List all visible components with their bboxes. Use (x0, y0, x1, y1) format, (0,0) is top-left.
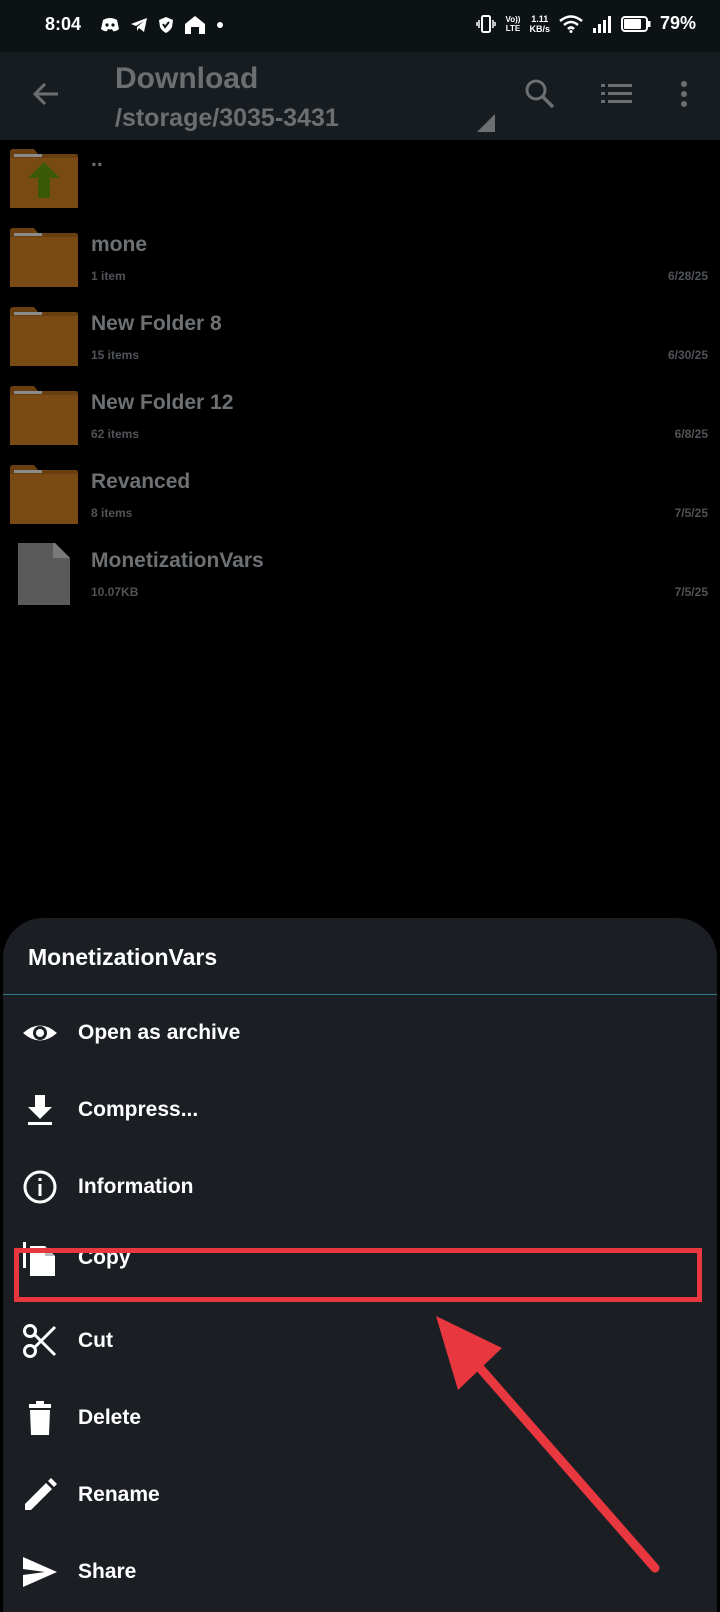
pencil-icon (25, 1478, 57, 1510)
download-icon (28, 1095, 52, 1125)
lte-label: LTE (505, 23, 521, 33)
list-item-folder[interactable]: New Folder 12 62 items 6/8/25 (0, 377, 720, 456)
search-icon[interactable] (522, 76, 558, 112)
list-item-folder[interactable]: mone 1 item 6/28/25 (0, 219, 720, 298)
shield-icon (159, 17, 173, 33)
folder-icon (10, 228, 78, 287)
file-name: New Folder 12 (91, 391, 234, 414)
trash-icon (29, 1401, 51, 1435)
file-meta: 15 items (91, 348, 140, 362)
status-time: 8:04 (45, 14, 82, 34)
menu-item-label: Open as archive (78, 1021, 241, 1044)
highlight-box (14, 1248, 702, 1302)
menu-item-information[interactable]: Information (3, 1149, 717, 1226)
menu-item-label: Rename (78, 1483, 160, 1506)
menu-item-cut[interactable]: Cut (3, 1303, 717, 1380)
status-bar: 8:04 Vo)) LTE 1.11 KB/s 79% (0, 0, 720, 52)
battery-icon (620, 15, 651, 32)
file-meta: 8 items (91, 506, 133, 520)
file-name: mone (91, 233, 148, 256)
menu-item-label: Share (78, 1560, 137, 1583)
menu-item-rename[interactable]: Rename (3, 1457, 717, 1534)
folder-path[interactable]: /storage/3035-3431 (115, 104, 339, 133)
send-icon (23, 1557, 57, 1587)
signal-icon (592, 15, 611, 33)
menu-item-compress[interactable]: Compress... (3, 1072, 717, 1149)
scissors-icon (23, 1324, 57, 1358)
menu-item-label: Cut (78, 1329, 113, 1352)
file-name: Revanced (91, 470, 191, 493)
file-date: 7/5/25 (674, 506, 708, 520)
folder-icon (10, 307, 78, 366)
file-date: 7/5/25 (674, 585, 708, 599)
wifi-icon (559, 14, 583, 33)
menu-item-open-as-archive[interactable]: Open as archive (3, 995, 717, 1072)
menu-item-delete[interactable]: Delete (3, 1380, 717, 1457)
network-speed: 1.11 KB/s (529, 14, 550, 34)
battery-percent: 79% (659, 13, 696, 33)
file-date: 6/30/25 (667, 348, 708, 362)
volte-indicator: Vo)) LTE (505, 15, 520, 33)
menu-item-label: Compress... (78, 1098, 199, 1121)
list-view-icon[interactable] (598, 76, 634, 112)
sheet-title: MonetizationVars (28, 944, 218, 970)
file-meta: 62 items (91, 427, 140, 441)
folder-icon (10, 386, 78, 445)
volte-label: Vo)) (505, 14, 521, 24)
file-meta: 10.07KB (91, 585, 139, 599)
file-meta: 1 item (91, 269, 126, 283)
folder-title: Download (115, 62, 259, 95)
folder-icon (10, 465, 78, 524)
discord-icon (101, 18, 119, 32)
file-name: MonetizationVars (91, 549, 264, 572)
list-item-file[interactable]: MonetizationVars 10.07KB 7/5/25 (0, 535, 720, 614)
file-name: New Folder 8 (91, 312, 222, 335)
list-item-folder[interactable]: New Folder 8 15 items 6/30/25 (0, 298, 720, 377)
app-bar: Download /storage/3035-3431 (0, 52, 720, 140)
path-dropdown-icon[interactable] (477, 114, 495, 132)
more-options-icon[interactable] (666, 76, 702, 112)
file-icon (18, 543, 70, 605)
folder-up-icon (10, 149, 78, 208)
info-icon (23, 1170, 57, 1204)
telegram-icon (131, 18, 147, 32)
list-item-parent[interactable]: .. (0, 140, 720, 219)
menu-item-share[interactable]: Share (3, 1534, 717, 1611)
notification-icons (100, 15, 224, 35)
menu-item-label: Delete (78, 1406, 142, 1429)
speed-value: 1.11 (531, 13, 549, 24)
menu-item-label: Information (78, 1175, 194, 1198)
dot-icon (217, 22, 223, 28)
file-date: 6/28/25 (667, 269, 708, 283)
eye-icon (23, 1025, 57, 1041)
home-icon (185, 16, 205, 34)
list-item-folder[interactable]: Revanced 8 items 7/5/25 (0, 456, 720, 535)
file-name: .. (91, 148, 103, 171)
back-arrow-icon[interactable] (30, 78, 62, 110)
file-date: 6/8/25 (674, 427, 708, 441)
speed-unit: KB/s (529, 23, 550, 34)
vibrate-icon (476, 14, 497, 33)
